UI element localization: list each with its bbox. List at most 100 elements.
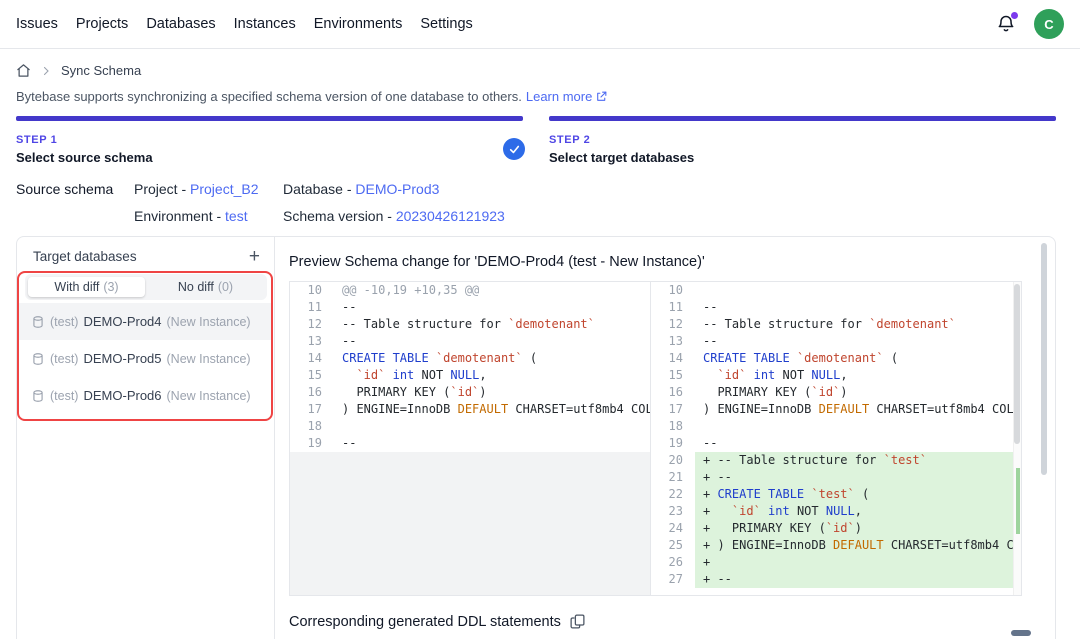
sync-schema-panel: Target databases + With diff (3) No diff… <box>16 236 1056 639</box>
tab-no-diff[interactable]: No diff (0) <box>147 277 264 297</box>
diff-line: 13-- <box>290 333 650 350</box>
external-link-icon <box>595 90 608 103</box>
db-suffix: (New Instance) <box>167 389 251 403</box>
notification-dot <box>1011 12 1018 19</box>
target-db-item[interactable]: (test)DEMO-Prod5(New Instance) <box>17 340 273 377</box>
db-name: DEMO-Prod4 <box>83 314 161 329</box>
intro-text-row: Bytebase supports synchronizing a specif… <box>16 89 608 104</box>
step1-title: Select source schema <box>16 150 153 165</box>
avatar[interactable]: C <box>1034 9 1064 39</box>
line-number: 20 <box>651 452 695 469</box>
diff-filler-region <box>290 452 650 595</box>
line-number: 13 <box>290 333 334 350</box>
breadcrumb: Sync Schema <box>16 63 141 78</box>
tab-with-diff[interactable]: With diff (3) <box>28 277 145 297</box>
top-nav: Issues Projects Databases Instances Environm… <box>0 0 1080 49</box>
source-environment-field: Environment - test <box>134 208 248 224</box>
source-version-field: Schema version - 20230426121923 <box>283 208 505 224</box>
step2[interactable]: STEP 2 Select target databases <box>549 134 694 165</box>
diff-line: 14CREATE TABLE `demotenant` ( <box>290 350 650 367</box>
nav-item-environments[interactable]: Environments <box>314 16 403 32</box>
diff-line: 10 <box>651 282 1021 299</box>
diff-line: 19-- <box>651 435 1021 452</box>
line-number: 10 <box>290 282 334 299</box>
add-target-database-button[interactable]: + <box>249 250 260 264</box>
line-number: 23 <box>651 503 695 520</box>
line-number: 27 <box>651 571 695 588</box>
diff-line: 19-- <box>290 435 650 452</box>
diff-line: 11-- <box>290 299 650 316</box>
line-number: 25 <box>651 537 695 554</box>
source-schema-heading: Source schema <box>16 181 113 197</box>
diff-line: 25+ ) ENGINE=InnoDB DEFAULT CHARSET=utf8… <box>651 537 1021 554</box>
line-number: 26 <box>651 554 695 571</box>
diff-line: 23+ `id` int NOT NULL, <box>651 503 1021 520</box>
nav-item-settings[interactable]: Settings <box>420 16 472 32</box>
diff-line: 27+ -- <box>651 571 1021 588</box>
diff-line: 14CREATE TABLE `demotenant` ( <box>651 350 1021 367</box>
diff-line: 15 `id` int NOT NULL, <box>651 367 1021 384</box>
source-database-link[interactable]: DEMO-Prod3 <box>355 181 439 197</box>
target-db-item[interactable]: (test) DEMO-Prod4 (New Instance) <box>17 303 273 340</box>
horizontal-scrollbar-thumb[interactable] <box>1011 630 1031 636</box>
line-number: 19 <box>290 435 334 452</box>
diff-line: 11-- <box>651 299 1021 316</box>
diff-line: 26+ <box>651 554 1021 571</box>
line-number: 14 <box>651 350 695 367</box>
step1[interactable]: STEP 1 Select source schema <box>16 134 153 165</box>
home-icon[interactable] <box>16 63 31 78</box>
line-number: 16 <box>290 384 334 401</box>
line-number: 14 <box>290 350 334 367</box>
diff-pane-original: 10@@ -10,19 +10,35 @@11--12-- Table stru… <box>290 282 651 595</box>
source-environment-link[interactable]: test <box>225 208 248 224</box>
diff-scrollbar-thumb[interactable] <box>1014 284 1020 444</box>
diff-line: 24+ PRIMARY KEY (`id`) <box>651 520 1021 537</box>
db-environment: (test) <box>50 315 78 329</box>
nav-item-projects[interactable]: Projects <box>76 16 128 32</box>
target-db-list: (test)DEMO-Prod4(New Instance)(test)DEMO… <box>17 303 273 414</box>
nav-items: Issues Projects Databases Instances Environm… <box>16 16 473 32</box>
diff-filter-tabs: With diff (3) No diff (0) <box>25 274 267 300</box>
db-suffix: (New Instance) <box>167 315 251 329</box>
copy-icon[interactable] <box>569 613 586 630</box>
nav-item-databases[interactable]: Databases <box>146 16 215 32</box>
step2-label: STEP 2 <box>549 134 694 146</box>
nav-item-issues[interactable]: Issues <box>16 16 58 32</box>
step1-progress-bar <box>16 116 523 121</box>
panel-scrollbar-thumb[interactable] <box>1041 243 1047 475</box>
diff-line: 17) ENGINE=InnoDB DEFAULT CHARSET=utf8mb… <box>651 401 1021 418</box>
diff-line: 10@@ -10,19 +10,35 @@ <box>290 282 650 299</box>
line-number: 19 <box>651 435 695 452</box>
line-number: 21 <box>651 469 695 486</box>
line-number: 18 <box>290 418 334 435</box>
line-number: 11 <box>651 299 695 316</box>
diff-line: 13-- <box>651 333 1021 350</box>
step1-check-icon <box>503 138 525 160</box>
intro-text: Bytebase supports synchronizing a specif… <box>16 89 522 104</box>
line-number: 16 <box>651 384 695 401</box>
learn-more-link[interactable]: Learn more <box>526 89 608 104</box>
chevron-right-icon <box>40 65 52 77</box>
breadcrumb-page: Sync Schema <box>61 63 141 78</box>
line-number: 11 <box>290 299 334 316</box>
line-number: 17 <box>290 401 334 418</box>
source-project-field: Project - Project_B2 <box>134 181 259 197</box>
schema-diff-editor[interactable]: 10@@ -10,19 +10,35 @@11--12-- Table stru… <box>289 281 1022 596</box>
line-number: 12 <box>651 316 695 333</box>
diff-line: 18 <box>651 418 1021 435</box>
source-version-link[interactable]: 20230426121923 <box>396 208 505 224</box>
db-environment: (test) <box>50 389 78 403</box>
source-database-field: Database - DEMO-Prod3 <box>283 181 439 197</box>
line-number: 22 <box>651 486 695 503</box>
diff-scrollbar[interactable] <box>1013 282 1021 595</box>
nav-item-instances[interactable]: Instances <box>234 16 296 32</box>
target-db-item[interactable]: (test) DEMO-Prod6 (New Instance) <box>17 377 273 414</box>
line-number: 24 <box>651 520 695 537</box>
db-name: DEMO-Prod6 <box>83 388 161 403</box>
instance-icon <box>31 352 45 366</box>
diff-line: 21+ -- <box>651 469 1021 486</box>
notifications-bell-icon[interactable] <box>996 14 1016 34</box>
ddl-statements-row: Corresponding generated DDL statements <box>289 613 586 630</box>
line-number: 18 <box>651 418 695 435</box>
source-project-link[interactable]: Project_B2 <box>190 181 258 197</box>
